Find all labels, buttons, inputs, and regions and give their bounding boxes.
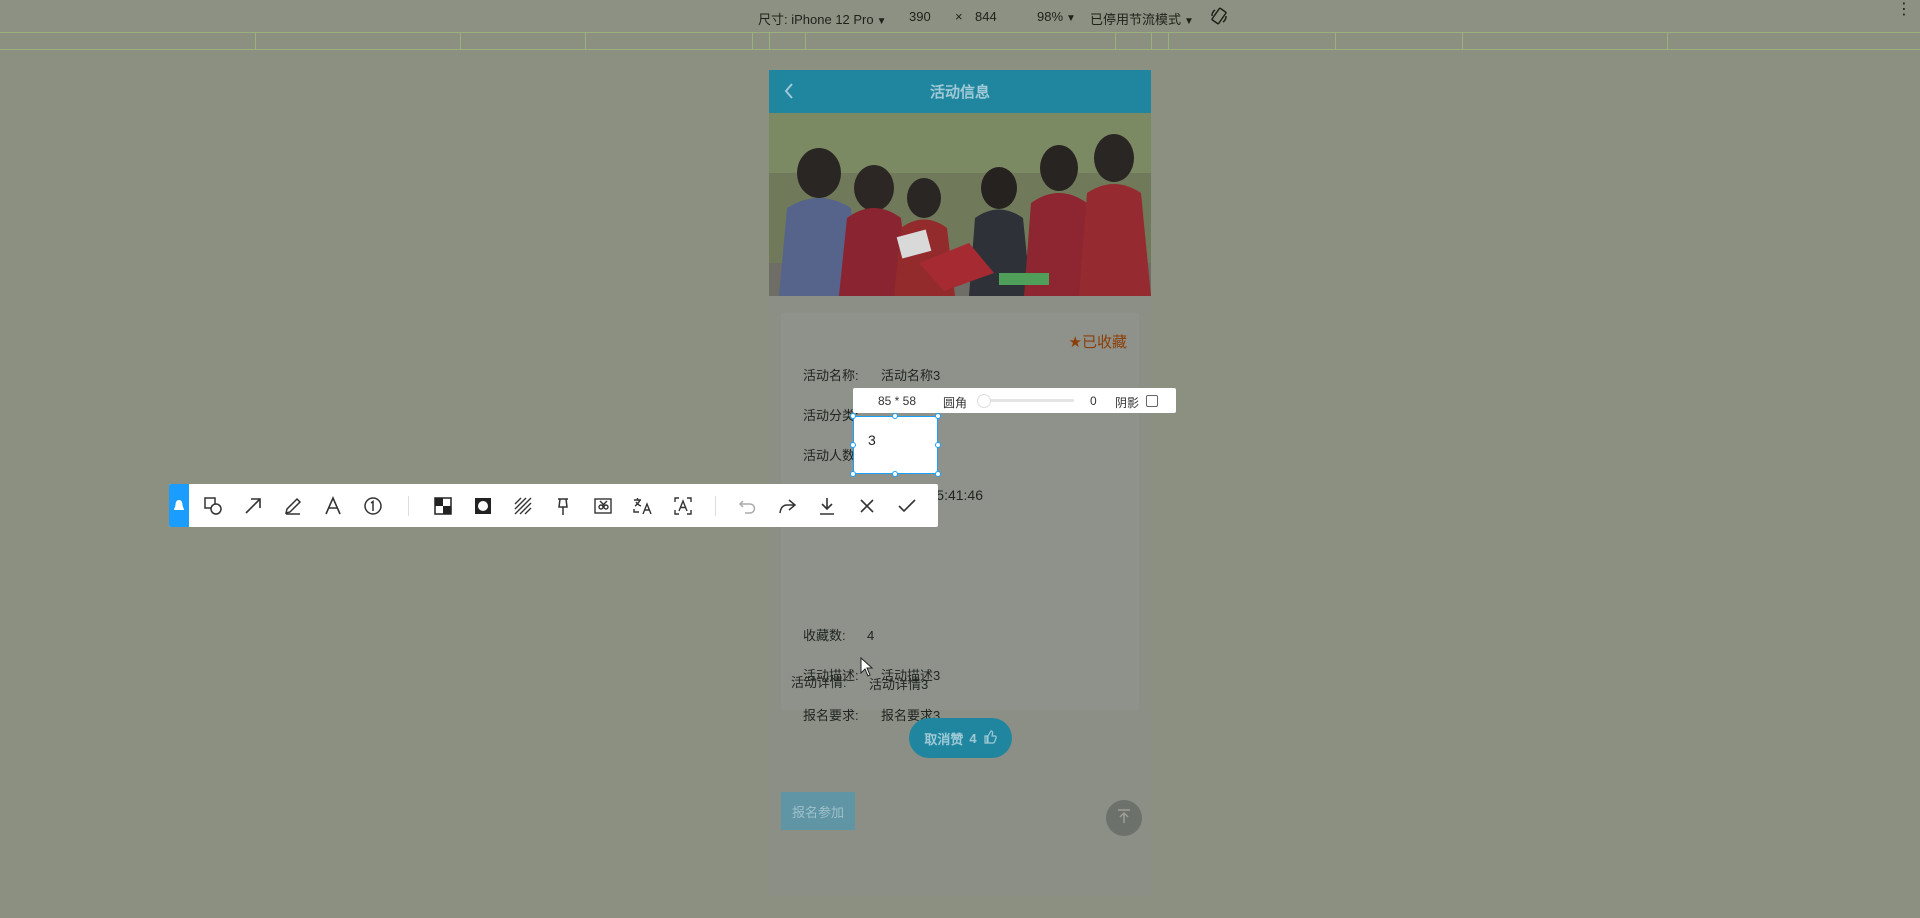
media-query-ruler [0,33,1920,50]
viewport-height-input[interactable]: 844 [975,9,997,24]
text-icon[interactable] [321,494,345,518]
penguin-icon[interactable] [169,484,189,527]
close-icon[interactable] [855,494,879,518]
field-value: 4 [867,628,875,643]
resize-handle[interactable] [935,413,941,419]
chevron-down-icon: ▼ [1066,13,1076,24]
shape-icon[interactable] [201,494,225,518]
arrow-icon[interactable] [241,494,265,518]
divider [408,496,409,516]
mosaic-icon[interactable] [431,494,455,518]
viewport-width-input[interactable]: 390 [909,9,931,24]
screenshot-icon[interactable] [591,494,615,518]
field-row: 收藏数: 4 [803,625,874,644]
blur-icon[interactable] [471,494,495,518]
shadow-label: 阴影 [1115,396,1140,410]
page-title: 活动信息 [929,84,990,101]
throttle-label: 已停用节流模式 [1090,12,1182,27]
download-icon[interactable] [815,494,839,518]
thumbs-up-icon [983,729,997,747]
app-header: 活动信息 [769,70,1151,113]
resize-handle[interactable] [935,471,941,477]
zoom-label: 98% [1037,9,1064,24]
field-key: 活动名称: [803,368,859,383]
resize-handle[interactable] [892,471,898,477]
favorite-label: 已收藏 [1081,334,1127,351]
rotate-icon[interactable] [1210,7,1228,30]
throttle-select[interactable]: 已停用节流模式 ▼ [1090,9,1194,28]
phone-viewport: 活动信息 ★已收藏 活动名称: 活动名称3 活动分类: 活动人数: 15:41:… [769,70,1151,896]
text-annotation-box[interactable]: 3 [853,416,938,474]
capture-toolbar [169,484,938,527]
arrow-up-to-line-icon [1116,808,1132,829]
field-key: 报名要求: [803,708,859,723]
field-key: 活动详情: [791,675,847,690]
resize-handle[interactable] [935,442,941,448]
field-value: 活动详情3 [869,677,929,692]
pen-icon[interactable] [281,494,305,518]
back-to-top-button[interactable] [1106,800,1142,836]
chevron-down-icon: ▼ [876,16,887,27]
radius-slider-handle[interactable] [977,394,991,408]
unlike-label: 取消赞 [924,731,964,747]
resize-handle[interactable] [850,442,856,448]
shape-properties-bar: 85 * 58 圆角 0 阴影 [853,388,1176,413]
more-options-icon[interactable]: ⋮ [1896,2,1912,18]
signup-button[interactable]: 报名参加 [781,792,855,830]
field-key: 收藏数: [803,628,846,643]
zoom-select[interactable]: 98% ▼ [1037,9,1076,24]
like-count: 4 [969,730,977,746]
redo-icon[interactable] [775,494,799,518]
mouse-cursor-icon [860,656,874,682]
devtools-toolbar: 尺寸: iPhone 12 Pro ▼ 390 × 844 98% ▼ 已停用节流模… [0,0,1920,33]
translate-icon[interactable] [631,494,655,518]
resize-handle[interactable] [892,413,898,419]
undo-icon[interactable] [735,494,759,518]
ocr-icon[interactable] [671,494,695,518]
hatch-icon[interactable] [511,494,535,518]
divider [715,496,716,516]
number-icon[interactable] [361,494,385,518]
annotation-text[interactable]: 3 [868,432,876,448]
radius-label: 圆角 [943,396,968,410]
resize-handle[interactable] [850,471,856,477]
device-select[interactable]: 尺寸: iPhone 12 Pro ▼ [758,9,887,28]
radius-slider[interactable] [980,399,1074,402]
shadow-checkbox[interactable] [1146,395,1158,407]
selection-size: 85 * 58 [878,394,917,408]
check-icon[interactable] [895,494,919,518]
activity-photo [769,113,1151,296]
dimension-separator: × [955,9,963,24]
unlike-button[interactable]: 取消赞 4 [909,718,1012,758]
chevron-down-icon: ▼ [1184,16,1194,27]
device-label: 尺寸: iPhone 12 Pro [758,12,874,27]
star-icon: ★ [1068,334,1082,351]
field-row: 活动名称: 活动名称3 [803,365,940,384]
resize-handle[interactable] [850,413,856,419]
pin-icon[interactable] [551,494,575,518]
favorite-toggle[interactable]: ★已收藏 [1069,331,1127,352]
radius-value: 0 [1090,394,1097,408]
field-value: 活动名称3 [881,368,941,383]
